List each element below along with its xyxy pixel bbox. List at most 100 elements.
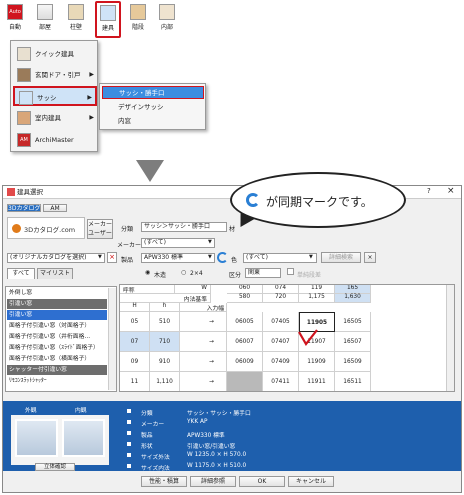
fitting-icon (100, 5, 116, 21)
tab-mylist[interactable]: マイリスト (37, 268, 73, 279)
submenu-item-inner-window[interactable]: 内窓 (102, 115, 204, 128)
grid-cell[interactable]: 11909 (299, 352, 335, 372)
list-group-header[interactable]: シャッター付引違い窓 (7, 365, 107, 375)
list-group-header[interactable]: 引違い窓 (7, 299, 107, 309)
list-item[interactable]: ﾘﾓｺﾝｽﾗｯﾄｼｬｯﾀｰ (7, 376, 107, 386)
fitting-button[interactable]: 建具 (95, 1, 121, 38)
size-grid: 呼称 W 内法基準 H h 入力幅 060 074 119 165 580 72… (119, 284, 455, 392)
grid-cell[interactable]: 07411 (263, 372, 299, 391)
chevron-down-icon[interactable]: ▼ (309, 254, 313, 260)
grid-col-header: 074 (263, 285, 299, 294)
app-icon (7, 188, 15, 196)
performance-button[interactable]: 性能・積算 (141, 476, 187, 487)
catalog-select[interactable]: (オリジナルカタログを選択) (7, 253, 105, 263)
sash-icon (19, 91, 33, 105)
bunrui-select[interactable]: サッシ＞サッシ・勝手口 (141, 222, 227, 232)
room-button[interactable]: 部屋 (33, 2, 57, 36)
grid-cell[interactable]: 16507 (335, 332, 371, 352)
menu-item-label: 室内建具 (35, 114, 61, 122)
grid-cell[interactable]: 16511 (335, 372, 371, 391)
grid-row-h: 710 (150, 332, 180, 352)
grid-col-header: 119 (299, 285, 335, 294)
grid-scrollbar[interactable] (446, 285, 454, 391)
list-item[interactable]: 面格子付引違い窓（井桁面格… (7, 332, 107, 342)
detail-ref-button[interactable]: 詳細参照 (190, 476, 236, 487)
grid-cell[interactable]: 11911 (299, 372, 335, 391)
maker-select[interactable]: (すべて) (141, 238, 215, 248)
check-mark-icon (298, 329, 318, 346)
window-preview-image (11, 415, 109, 465)
radio-2x4[interactable]: ○ (181, 269, 186, 276)
stairs-button[interactable]: 階段 (126, 2, 150, 36)
grid-col-width: 580 (227, 294, 263, 303)
preview-outer-label: 外観 (25, 408, 37, 414)
close-icon[interactable]: × (447, 186, 455, 196)
auto-button[interactable]: Auto 自動 (3, 2, 27, 36)
sync-icon (246, 193, 260, 207)
submenu-item-sash-kattekuchi[interactable]: サッシ・勝手口 (102, 86, 204, 99)
sash-submenu: サッシ・勝手口 デザインサッシ 内窓 (99, 83, 206, 130)
column-wall-button[interactable]: 柱壁 (64, 2, 88, 36)
material-label: 材 (229, 226, 236, 233)
grid-cell[interactable]: 06007 (227, 332, 263, 352)
grid-cell[interactable]: 16505 (335, 312, 371, 332)
callout-bubble: が同期マークです。 (230, 172, 406, 228)
menu-item-quick-fitting[interactable]: クイック建具 (13, 44, 97, 64)
grid-cell[interactable]: 07405 (263, 312, 299, 332)
menu-item-interior-door[interactable]: 室内建具 ▶ (13, 108, 97, 128)
grid-cell[interactable]: 06009 (227, 352, 263, 372)
sync-icon[interactable] (217, 252, 228, 263)
submenu-arrow-icon: ▶ (87, 94, 92, 101)
chevron-down-icon[interactable]: ▼ (98, 254, 102, 260)
kubun-select[interactable]: 関東 (245, 268, 281, 278)
list-item[interactable]: 引違い窓 (7, 310, 107, 320)
grid-cell[interactable]: 16509 (335, 352, 371, 372)
submenu-arrow-icon: ▶ (89, 114, 94, 121)
info-bullet-icon (127, 431, 131, 435)
catalog-logo-icon (12, 224, 21, 233)
color-select[interactable]: (すべて) (243, 253, 317, 263)
dialog-title: 建具選択 (17, 188, 43, 196)
tab-am[interactable]: AM (43, 204, 67, 212)
chevron-down-icon[interactable]: ▼ (208, 254, 212, 260)
menu-item-entrance-door[interactable]: 玄関ドア・引戸 ▶ (13, 65, 97, 85)
product-label: 製品 (121, 257, 134, 264)
color-label: 色 (231, 257, 238, 264)
grid-row-code: 05 (120, 312, 150, 332)
submenu-item-design-sash[interactable]: デザインサッシ (102, 101, 204, 114)
menu-item-sash[interactable]: サッシ ▶ (13, 86, 97, 106)
grid-cell[interactable]: 07409 (263, 352, 299, 372)
product-select[interactable]: APW330 標準 (141, 253, 215, 263)
list-scrollbar[interactable] (108, 288, 116, 390)
list-item[interactable]: 面格子付引違い窓（ｽﾗｲﾄﾞ面格子） (7, 343, 107, 353)
tab-all[interactable]: すべて (7, 268, 35, 279)
single-step-checkbox[interactable] (287, 268, 294, 275)
menu-item-archimaster[interactable]: AM ArchiMaster (13, 130, 97, 150)
2x4-label: 2×4 (190, 270, 203, 277)
cancel-button[interactable]: キャンセル (288, 476, 334, 487)
tab-3dcatalog[interactable]: 3Dカタログ (7, 204, 41, 212)
list-item[interactable]: 外倒し窓 (7, 288, 107, 298)
list-item[interactable]: 面格子付引違い窓（対面格子） (7, 321, 107, 331)
grid-row-code: 11 (120, 372, 150, 391)
fitting-select-dialog: 建具選択 ? × 3Dカタログ AM 3Dカタログ.com メーカー ユーザー … (2, 185, 462, 493)
chevron-down-icon[interactable]: ▼ (208, 239, 212, 245)
grid-cell[interactable]: 07407 (263, 332, 299, 352)
help-icon[interactable]: ? (427, 187, 431, 195)
auto-icon: Auto (7, 4, 23, 20)
grid-row-code: 09 (120, 352, 150, 372)
grid-row-arrow: → (180, 352, 227, 372)
maker-user-button[interactable]: メーカー ユーザー (87, 219, 113, 239)
info-label: サイズ外法 (141, 455, 170, 461)
interior-button[interactable]: 内部 (155, 2, 179, 36)
grid-cell[interactable]: 06005 (227, 312, 263, 332)
quick-fitting-icon (17, 47, 31, 61)
grid-row-arrow: → (180, 312, 227, 332)
list-item[interactable]: 面格子付引違い窓（横面格子） (7, 354, 107, 364)
ok-button[interactable]: OK (239, 476, 285, 487)
3d-confirm-button[interactable]: 立体確認 (35, 463, 75, 471)
radio-wood[interactable]: ◉ (145, 269, 150, 276)
detail-search-button[interactable]: 詳細検索 (321, 252, 361, 263)
clear-icon[interactable]: × (364, 252, 376, 263)
delete-icon[interactable]: × (107, 252, 117, 263)
